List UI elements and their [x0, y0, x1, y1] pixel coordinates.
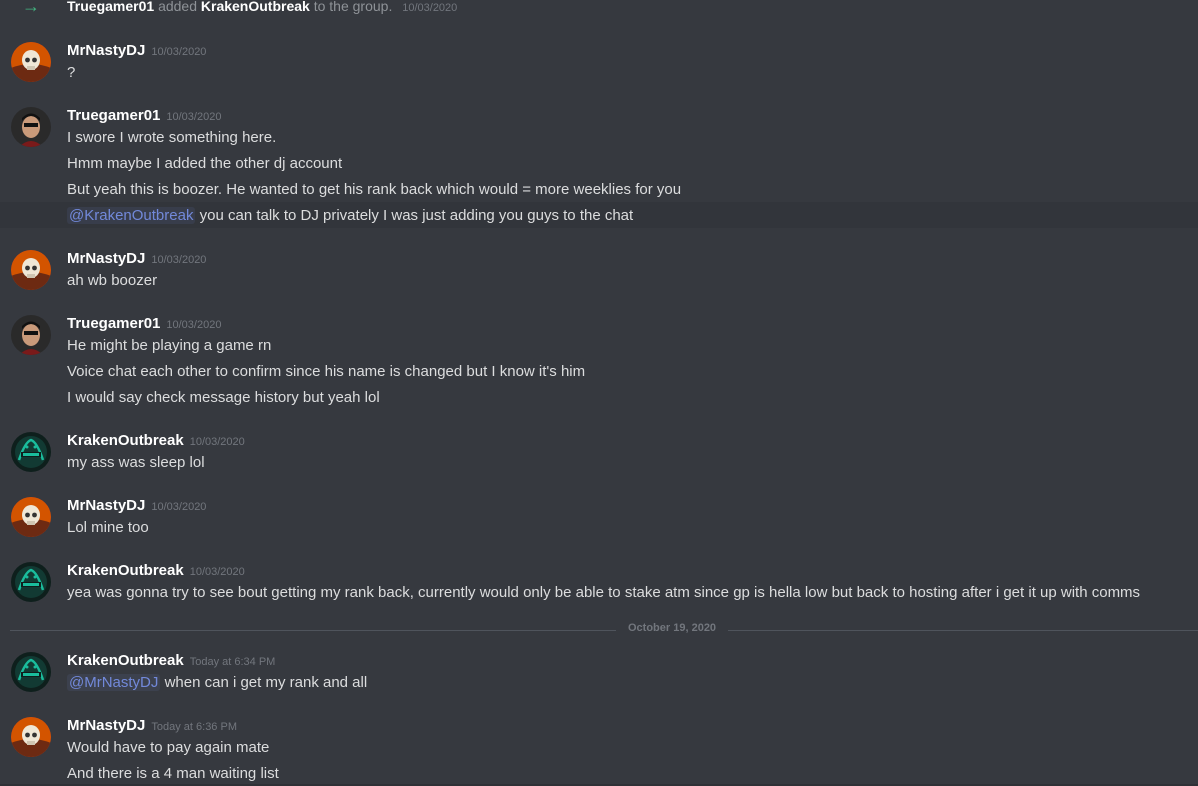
- join-arrow-icon: →: [22, 0, 40, 16]
- message-timestamp: 10/03/2020: [166, 319, 222, 331]
- message-timestamp: Today at 6:36 PM: [151, 721, 237, 733]
- message-text: ah wb boozer: [67, 272, 158, 289]
- man-avatar[interactable]: [11, 107, 51, 147]
- message-text: He might be playing a game rn: [67, 337, 272, 354]
- mention-text: you can talk to DJ privately I was just …: [199, 207, 634, 224]
- message-timestamp: 10/03/2020: [189, 566, 245, 578]
- skull-avatar[interactable]: [11, 497, 51, 537]
- skull-avatar[interactable]: [11, 42, 51, 82]
- message-timestamp: 10/03/2020: [151, 254, 207, 266]
- message-author[interactable]: Truegamer01: [67, 107, 160, 124]
- skull-avatar[interactable]: [11, 717, 51, 757]
- message-author[interactable]: MrNastyDJ: [67, 717, 145, 734]
- message-text: @KrakenOutbreak you can talk to DJ priva…: [67, 207, 633, 224]
- user-mention[interactable]: @MrNastyDJ: [67, 674, 161, 691]
- message-text: I swore I wrote something here.: [67, 129, 277, 146]
- message-timestamp: Today at 6:34 PM: [189, 656, 276, 668]
- system-timestamp: 10/03/2020: [402, 2, 458, 14]
- message-text: Hmm maybe I added the other dj account: [67, 155, 343, 172]
- message-text: Would have to pay again mate: [67, 739, 270, 756]
- message-timestamp: 10/03/2020: [151, 46, 207, 58]
- date-divider-label: October 19, 2020: [616, 622, 729, 634]
- message-author[interactable]: KrakenOutbreak: [67, 562, 184, 579]
- message-author[interactable]: KrakenOutbreak: [67, 432, 184, 449]
- message-timestamp: 10/03/2020: [151, 501, 207, 513]
- message-timestamp: 10/03/2020: [166, 111, 222, 123]
- message-text: Lol mine too: [67, 519, 149, 536]
- message-timestamp: 10/03/2020: [189, 436, 245, 448]
- skull-avatar[interactable]: [11, 250, 51, 290]
- message-text: ?: [67, 64, 76, 81]
- kraken-avatar[interactable]: [11, 432, 51, 472]
- message-text: Voice chat each other to confirm since h…: [67, 363, 586, 380]
- message-author[interactable]: MrNastyDJ: [67, 250, 145, 267]
- system-user-target[interactable]: KrakenOutbreak: [201, 0, 310, 14]
- mention-text: when can i get my rank and all: [164, 674, 368, 691]
- date-divider-line: [10, 630, 1198, 631]
- system-action: added: [158, 0, 197, 14]
- message-author[interactable]: MrNastyDJ: [67, 497, 145, 514]
- system-suffix: to the group.: [313, 0, 393, 14]
- message-text: @MrNastyDJ when can i get my rank and al…: [67, 674, 367, 691]
- message-author[interactable]: KrakenOutbreak: [67, 652, 184, 669]
- system-user-actor[interactable]: Truegamer01: [67, 0, 154, 14]
- message-text: But yeah this is boozer. He wanted to ge…: [67, 181, 682, 198]
- kraken-avatar[interactable]: [11, 652, 51, 692]
- message-text: yea was gonna try to see bout getting my…: [67, 584, 1141, 601]
- chat-messages: → Truegamer01 added KrakenOutbreak to th…: [0, 0, 1198, 786]
- message-text: my ass was sleep lol: [67, 454, 205, 471]
- message-text: And there is a 4 man waiting list: [67, 765, 279, 782]
- system-message: → Truegamer01 added KrakenOutbreak to th…: [0, 0, 1198, 16]
- user-mention[interactable]: @KrakenOutbreak: [67, 207, 196, 224]
- message-author[interactable]: MrNastyDJ: [67, 42, 145, 59]
- man-avatar[interactable]: [11, 315, 51, 355]
- message-text: I would say check message history but ye…: [67, 389, 380, 406]
- message-author[interactable]: Truegamer01: [67, 315, 160, 332]
- kraken-avatar[interactable]: [11, 562, 51, 602]
